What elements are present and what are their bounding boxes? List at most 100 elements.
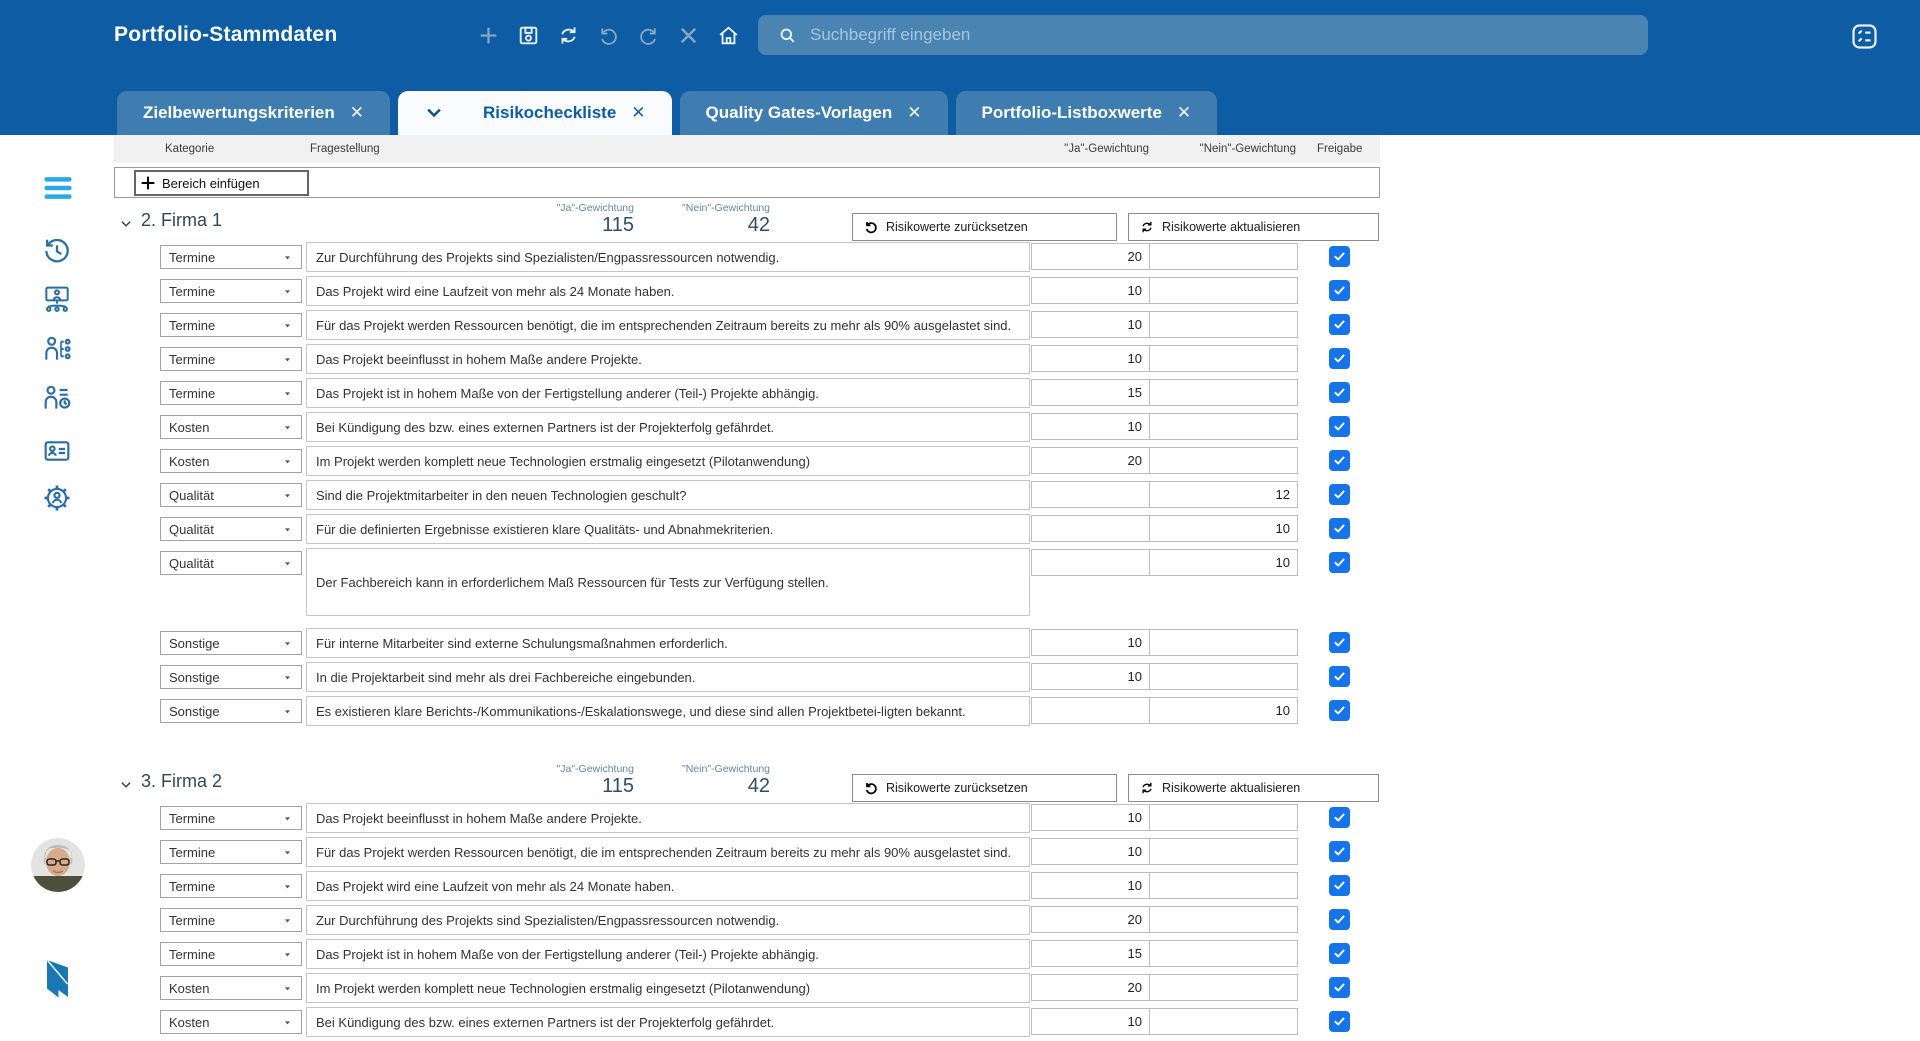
refresh-icon[interactable] — [556, 23, 581, 48]
sidebar-person-time-icon[interactable] — [41, 382, 73, 414]
kategorie-select[interactable]: Sonstige — [160, 699, 302, 723]
kategorie-select[interactable]: Termine — [160, 347, 302, 371]
frage-field[interactable]: Im Projekt werden komplett neue Technolo… — [306, 973, 1030, 1003]
freigabe-checkbox[interactable] — [1329, 1011, 1350, 1032]
sidebar-history-icon[interactable] — [41, 235, 73, 267]
kategorie-select[interactable]: Kosten — [160, 1010, 302, 1034]
ja-gewichtung-field[interactable]: 10 — [1031, 872, 1150, 899]
tab-zielbewertungskriterien[interactable]: Zielbewertungskriterien ✕ — [117, 91, 391, 135]
freigabe-checkbox[interactable] — [1329, 909, 1350, 930]
frage-field[interactable]: Für das Projekt werden Ressourcen benöti… — [306, 310, 1030, 340]
ja-gewichtung-field[interactable]: 20 — [1031, 243, 1150, 270]
freigabe-checkbox[interactable] — [1329, 382, 1350, 403]
freigabe-checkbox[interactable] — [1329, 450, 1350, 471]
ja-gewichtung-field[interactable] — [1031, 697, 1150, 724]
freigabe-checkbox[interactable] — [1329, 666, 1350, 687]
tab-risikocheckliste[interactable]: Risikocheckliste ✕ — [398, 91, 672, 135]
tab-close-icon[interactable]: ✕ — [631, 103, 645, 123]
collapse-chevron-icon[interactable] — [119, 778, 133, 792]
frage-field[interactable]: Für das Projekt werden Ressourcen benöti… — [306, 837, 1030, 867]
tab-close-icon[interactable]: ✕ — [907, 103, 921, 123]
freigabe-checkbox[interactable] — [1329, 875, 1350, 896]
undo-icon[interactable] — [596, 23, 621, 48]
kategorie-select[interactable]: Termine — [160, 874, 302, 898]
kategorie-select[interactable]: Termine — [160, 806, 302, 830]
kategorie-select[interactable]: Sonstige — [160, 631, 302, 655]
kategorie-select[interactable]: Termine — [160, 942, 302, 966]
nein-gewichtung-field[interactable]: 10 — [1149, 515, 1298, 542]
update-risk-values-button[interactable]: Risikowerte aktualisieren — [1128, 774, 1379, 802]
ja-gewichtung-field[interactable]: 20 — [1031, 974, 1150, 1001]
nein-gewichtung-field[interactable]: 10 — [1149, 549, 1298, 576]
ja-gewichtung-field[interactable]: 20 — [1031, 906, 1150, 933]
kategorie-select[interactable]: Termine — [160, 313, 302, 337]
nein-gewichtung-field[interactable]: 10 — [1149, 697, 1298, 724]
kategorie-select[interactable]: Qualität — [160, 483, 302, 507]
kategorie-select[interactable]: Qualität — [160, 517, 302, 541]
nein-gewichtung-field[interactable] — [1149, 345, 1298, 372]
nein-gewichtung-field[interactable] — [1149, 974, 1298, 1001]
nein-gewichtung-field[interactable] — [1149, 311, 1298, 338]
frage-field[interactable]: Das Projekt beeinflusst in hohem Maße an… — [306, 803, 1030, 833]
ja-gewichtung-field[interactable]: 15 — [1031, 379, 1150, 406]
chevron-down-icon[interactable] — [424, 103, 444, 123]
freigabe-checkbox[interactable] — [1329, 632, 1350, 653]
freigabe-checkbox[interactable] — [1329, 841, 1350, 862]
search-box[interactable] — [758, 15, 1648, 55]
frage-field[interactable]: Das Projekt beeinflusst in hohem Maße an… — [306, 344, 1030, 374]
ja-gewichtung-field[interactable] — [1031, 515, 1150, 542]
kategorie-select[interactable]: Termine — [160, 840, 302, 864]
frage-field[interactable]: Für die definierten Ergebnisse existiere… — [306, 514, 1030, 544]
nein-gewichtung-field[interactable] — [1149, 906, 1298, 933]
frage-field[interactable]: Das Projekt ist in hohem Maße von der Fe… — [306, 378, 1030, 408]
nein-gewichtung-field[interactable] — [1149, 663, 1298, 690]
update-risk-values-button[interactable]: Risikowerte aktualisieren — [1128, 213, 1379, 241]
ja-gewichtung-field[interactable]: 10 — [1031, 277, 1150, 304]
frage-field[interactable]: Das Projekt ist in hohem Maße von der Fe… — [306, 939, 1030, 969]
ja-gewichtung-field[interactable]: 10 — [1031, 629, 1150, 656]
frage-field[interactable]: Bei Kündigung des bzw. eines externen Pa… — [306, 1007, 1030, 1037]
redo-icon[interactable] — [636, 23, 661, 48]
nein-gewichtung-field[interactable] — [1149, 940, 1298, 967]
ja-gewichtung-field[interactable]: 10 — [1031, 804, 1150, 831]
kategorie-select[interactable]: Kosten — [160, 976, 302, 1000]
freigabe-checkbox[interactable] — [1329, 977, 1350, 998]
insert-bereich-button[interactable]: Bereich einfügen — [134, 170, 309, 196]
avatar[interactable] — [31, 838, 85, 892]
frage-field[interactable]: Zur Durchführung des Projekts sind Spezi… — [306, 242, 1030, 272]
freigabe-checkbox[interactable] — [1329, 348, 1350, 369]
sidebar-id-card-icon[interactable] — [41, 435, 73, 467]
task-list-icon[interactable] — [1849, 21, 1880, 52]
frage-field[interactable]: Zur Durchführung des Projekts sind Spezi… — [306, 905, 1030, 935]
freigabe-checkbox[interactable] — [1329, 518, 1350, 539]
kategorie-select[interactable]: Termine — [160, 381, 302, 405]
frage-field[interactable]: Das Projekt wird eine Laufzeit von mehr … — [306, 871, 1030, 901]
add-icon[interactable] — [476, 23, 501, 48]
ja-gewichtung-field[interactable] — [1031, 549, 1150, 576]
nein-gewichtung-field[interactable] — [1149, 277, 1298, 304]
home-icon[interactable] — [716, 23, 741, 48]
freigabe-checkbox[interactable] — [1329, 807, 1350, 828]
reset-risk-values-button[interactable]: Risikowerte zurücksetzen — [852, 213, 1117, 241]
nein-gewichtung-field[interactable] — [1149, 413, 1298, 440]
ja-gewichtung-field[interactable] — [1031, 481, 1150, 508]
sidebar-org-chart-icon[interactable] — [41, 283, 73, 315]
freigabe-checkbox[interactable] — [1329, 416, 1350, 437]
ja-gewichtung-field[interactable]: 10 — [1031, 413, 1150, 440]
freigabe-checkbox[interactable] — [1329, 943, 1350, 964]
kategorie-select[interactable]: Sonstige — [160, 665, 302, 689]
sidebar-menu-icon[interactable] — [42, 172, 74, 204]
frage-field[interactable]: In die Projektarbeit sind mehr als drei … — [306, 662, 1030, 692]
freigabe-checkbox[interactable] — [1329, 280, 1350, 301]
freigabe-checkbox[interactable] — [1329, 246, 1350, 267]
sidebar-settings-user-icon[interactable] — [41, 482, 73, 514]
nein-gewichtung-field[interactable] — [1149, 629, 1298, 656]
tab-portfolio-listboxwerte[interactable]: Portfolio-Listboxwerte ✕ — [955, 91, 1218, 135]
frage-field[interactable]: Bei Kündigung des bzw. eines externen Pa… — [306, 412, 1030, 442]
freigabe-checkbox[interactable] — [1329, 552, 1350, 573]
ja-gewichtung-field[interactable]: 10 — [1031, 345, 1150, 372]
freigabe-checkbox[interactable] — [1329, 314, 1350, 335]
kategorie-select[interactable]: Termine — [160, 908, 302, 932]
nein-gewichtung-field[interactable] — [1149, 804, 1298, 831]
ja-gewichtung-field[interactable]: 10 — [1031, 838, 1150, 865]
